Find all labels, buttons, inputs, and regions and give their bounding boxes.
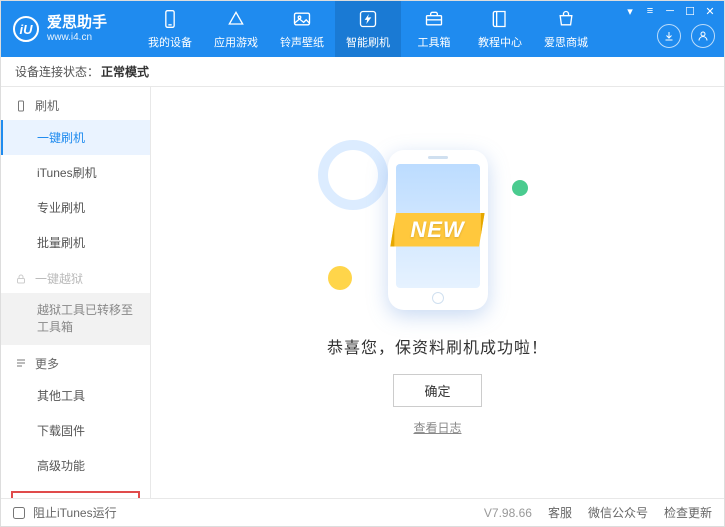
nav-tools[interactable]: 工具箱 (401, 1, 467, 57)
footer-support[interactable]: 客服 (548, 504, 572, 521)
nav-label: 爱思商城 (544, 34, 588, 50)
status-bar: 设备连接状态： 正常模式 (1, 57, 724, 87)
nav-my-device[interactable]: 我的设备 (137, 1, 203, 57)
status-value: 正常模式 (101, 63, 149, 80)
deco-dot-icon (512, 180, 528, 196)
nav-label: 智能刷机 (346, 34, 390, 50)
settings-icon[interactable]: ≡ (641, 4, 659, 18)
flash-icon (357, 8, 379, 30)
phone-icon (15, 100, 27, 112)
footer: 阻止iTunes运行 V7.98.66 客服 微信公众号 检查更新 (1, 498, 724, 526)
apps-icon (225, 8, 247, 30)
nav-apps[interactable]: 应用游戏 (203, 1, 269, 57)
nav-label: 我的设备 (148, 34, 192, 50)
sidebar-section-flash[interactable]: 刷机 (1, 87, 150, 120)
list-icon (15, 357, 27, 369)
ok-button[interactable]: 确定 (393, 374, 481, 407)
nav-tutorial[interactable]: 教程中心 (467, 1, 533, 57)
download-button[interactable] (657, 24, 681, 48)
sidebar-item-itunes-flash[interactable]: iTunes刷机 (1, 155, 150, 190)
nav-label: 工具箱 (418, 34, 451, 50)
image-icon (291, 8, 313, 30)
maximize-icon[interactable]: ☐ (681, 4, 699, 18)
minimize-icon[interactable]: ─ (661, 4, 679, 18)
nav-label: 铃声壁纸 (280, 34, 324, 50)
checkbox-block-itunes[interactable]: 阻止iTunes运行 (13, 504, 117, 521)
main-area: NEW 恭喜您，保资料刷机成功啦！ 确定 查看日志 (151, 87, 724, 498)
section-label: 刷机 (35, 97, 59, 114)
app-logo: iU 爱思助手 www.i4.cn (13, 15, 107, 43)
section-label: 一键越狱 (35, 270, 83, 287)
status-label: 设备连接状态： (15, 63, 99, 80)
toolbox-icon (423, 8, 445, 30)
menu-icon[interactable]: ▾ (621, 4, 639, 18)
sidebar-item-other-tools[interactable]: 其他工具 (1, 378, 150, 413)
nav-flash[interactable]: 智能刷机 (335, 1, 401, 57)
user-button[interactable] (691, 24, 715, 48)
new-banner: NEW (390, 213, 484, 247)
highlighted-checkbox-area: 自动激活 跳过向导 (11, 491, 140, 498)
nav-ringtone[interactable]: 铃声壁纸 (269, 1, 335, 57)
sidebar-item-pro-flash[interactable]: 专业刷机 (1, 190, 150, 225)
app-url: www.i4.cn (47, 32, 107, 43)
sidebar-section-more[interactable]: 更多 (1, 345, 150, 378)
top-nav: 我的设备 应用游戏 铃声壁纸 智能刷机 工具箱 教程中心 爱思商城 (137, 1, 599, 57)
titlebar: iU 爱思助手 www.i4.cn 我的设备 应用游戏 铃声壁纸 智能刷机 工具… (1, 1, 724, 57)
version-text: V7.98.66 (484, 506, 532, 520)
sidebar-section-jailbreak: 一键越狱 (1, 260, 150, 293)
nav-label: 应用游戏 (214, 34, 258, 50)
book-icon (489, 8, 511, 30)
app-title: 爱思助手 (47, 15, 107, 32)
deco-dot-icon (328, 266, 352, 290)
shop-icon (555, 8, 577, 30)
sidebar-item-download-firmware[interactable]: 下载固件 (1, 413, 150, 448)
sidebar-item-jailbreak-note: 越狱工具已转移至工具箱 (1, 293, 150, 345)
nav-label: 教程中心 (478, 34, 522, 50)
footer-wechat[interactable]: 微信公众号 (588, 504, 648, 521)
success-message: 恭喜您，保资料刷机成功啦！ (327, 334, 548, 358)
section-label: 更多 (35, 355, 59, 372)
sidebar-item-batch-flash[interactable]: 批量刷机 (1, 225, 150, 260)
lock-icon (15, 273, 27, 285)
footer-check-update[interactable]: 检查更新 (664, 504, 712, 521)
window-controls: ▾ ≡ ─ ☐ ✕ (621, 4, 719, 18)
checkbox-label: 阻止iTunes运行 (33, 504, 117, 521)
sidebar: 刷机 一键刷机 iTunes刷机 专业刷机 批量刷机 一键越狱 越狱工具已转移至… (1, 87, 151, 498)
sidebar-item-oneclick-flash[interactable]: 一键刷机 (1, 120, 150, 155)
nav-shop[interactable]: 爱思商城 (533, 1, 599, 57)
device-icon (159, 8, 181, 30)
deco-circle-icon (318, 140, 388, 210)
success-illustration: NEW (338, 150, 538, 310)
logo-icon: iU (13, 16, 39, 42)
sidebar-item-advanced[interactable]: 高级功能 (1, 448, 150, 483)
view-log-link[interactable]: 查看日志 (413, 419, 461, 436)
close-icon[interactable]: ✕ (701, 4, 719, 18)
